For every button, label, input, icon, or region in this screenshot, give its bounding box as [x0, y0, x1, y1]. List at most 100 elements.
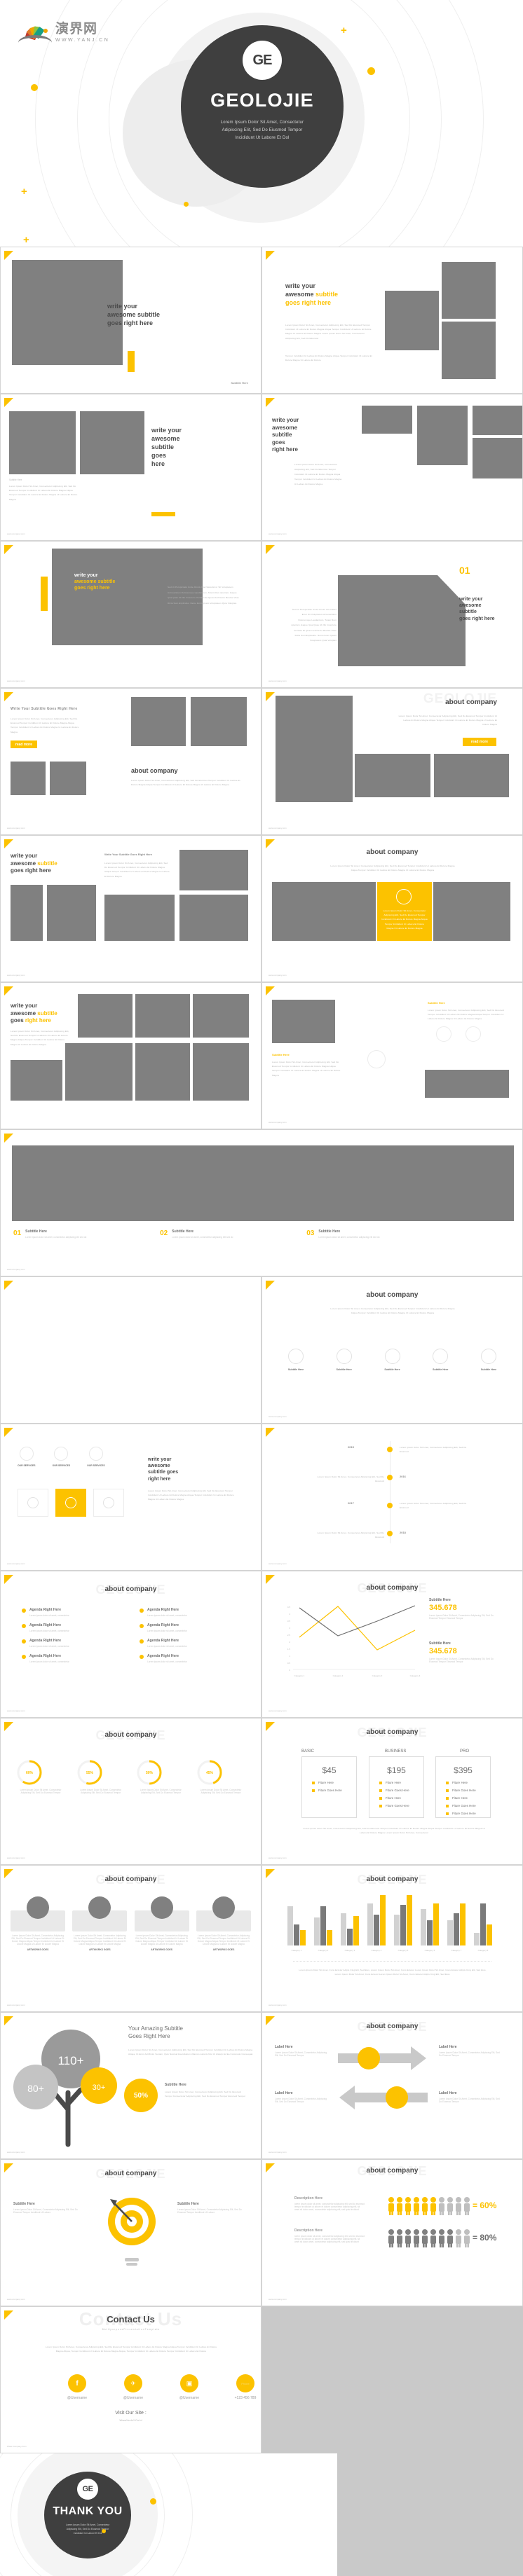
- persona-card[interactable]: Lorem Ipsum Dolor Sit Amet, Consectetur …: [134, 1896, 189, 1951]
- step-item[interactable]: 02 Subtitle Here Lorem ipsum dolor sit a…: [160, 1230, 256, 1239]
- pricing-card[interactable]: $195 Fiture Here Fiture Goes Here Fiture…: [369, 1756, 424, 1818]
- slide-thumbnail-arrows[interactable]: GEOLOJIE about company Label Here Lorem …: [262, 2012, 523, 2159]
- arrow-item-label: Label Here Lorem Ipsum Dolor Sit Amet, C…: [439, 2091, 501, 2103]
- list-item[interactable]: Agenda Right Here Lorem ipsum dolor sit a…: [140, 1639, 245, 1648]
- bullet-icon: [140, 1609, 144, 1613]
- timeline-node[interactable]: [387, 1447, 393, 1452]
- slide-thumbnail[interactable]: about company Lorem Ipsum Dolor Sit Amet…: [262, 1276, 523, 1424]
- slide-thumbnail[interactable]: write your awesome subtitle goes right h…: [0, 835, 262, 982]
- slide-body-text: Lorem Ipsum Dolor Sit Amet, Consectetur …: [272, 1061, 341, 1077]
- agenda-title: Agenda Right Here: [29, 1639, 62, 1643]
- service-item[interactable]: OUR SERVICES: [53, 1447, 70, 1467]
- slide-thumbnail-bar-chart[interactable]: GEOLOJIE about company Category 1 Categor…: [262, 1865, 523, 2012]
- donut-item[interactable]: 50% Lorem Ipsum Dolor Sit Amet, Consecte…: [136, 1759, 185, 1794]
- slide-thumbnail-pricing[interactable]: GEOLOJIE about company BASIC BUSINESS PR…: [262, 1718, 523, 1865]
- slide-thumbnail[interactable]: write your awesome subtitle goes right h…: [0, 541, 262, 688]
- list-item[interactable]: Agenda Right Here Lorem ipsum dolor sit a…: [140, 1608, 245, 1617]
- tile-icon-box-active[interactable]: [55, 1489, 86, 1517]
- decor-dot: [367, 67, 375, 75]
- slide-thumbnail-line-chart[interactable]: GEOLOJIE about company 4.5 4 3.5 3 2.5 2 1.5…: [262, 1571, 523, 1718]
- tile-icon-box[interactable]: [93, 1489, 124, 1517]
- service-item[interactable]: OUR SERVICES: [18, 1447, 36, 1467]
- social-item[interactable]: ▣ @Username: [172, 2374, 207, 2400]
- persona-card[interactable]: Lorem Ipsum Dolor Sit Amet, Consectetur …: [196, 1896, 251, 1951]
- svg-text:60%: 60%: [26, 1771, 34, 1775]
- corner-flag-icon: [4, 1281, 13, 1290]
- persona-card[interactable]: Lorem Ipsum Dolor Sit Amet, Consectetur …: [72, 1896, 128, 1951]
- icon-item[interactable]: Subtitle Here: [469, 1349, 508, 1371]
- slide-thumbnail[interactable]: write your awesome subtitle goes right h…: [262, 247, 523, 394]
- slide-thumbnail[interactable]: [0, 1276, 262, 1424]
- slide-thumbnail[interactable]: 01 Sed Ut Perspiciatis Unde Omnis Iste N…: [262, 541, 523, 688]
- icon-item[interactable]: Subtitle Here: [276, 1349, 315, 1371]
- slide-thumbnail[interactable]: about company Lorem Ipsum Dolor Sit Amet…: [262, 835, 523, 982]
- slide-thumbnail[interactable]: write your awesome subtitle goes right h…: [262, 394, 523, 541]
- slide-thumbnail[interactable]: GEOLOJIE about company Agenda Right Here…: [0, 1571, 262, 1718]
- agenda-title: Agenda Right Here: [29, 1623, 62, 1627]
- list-item[interactable]: Agenda Right Here Lorem ipsum dolor sit a…: [140, 1623, 245, 1632]
- timeline-node[interactable]: [387, 1475, 393, 1480]
- slide-footer: www.company.com: [269, 2004, 287, 2006]
- slide-thumbnail[interactable]: OUR SERVICES OUR SERVICES OUR SERVICES w…: [0, 1424, 262, 1571]
- image-placeholder: [11, 885, 43, 941]
- arrow-label: Label Here: [439, 2091, 457, 2095]
- accent-bar: [128, 351, 135, 372]
- angled-image-shape: [338, 575, 466, 666]
- slide-title: write your awesome subtitle goes here: [151, 427, 182, 467]
- slide-thumbnail-persona[interactable]: GEOLOJIE about company Lorem Ipsum Dolor…: [0, 1865, 262, 2012]
- arrow-label: Label Here: [439, 2045, 457, 2049]
- donut-item[interactable]: 60% Lorem Ipsum Dolor Sit Amet, Consecte…: [16, 1759, 65, 1794]
- slide-thumbnail[interactable]: 2015 Lorem Ipsum Dolor Sit Amet, Consect…: [262, 1424, 523, 1571]
- slide-title: about company: [104, 1585, 157, 1593]
- donut-item[interactable]: 55% Lorem Ipsum Dolor Sit Amet, Consecte…: [76, 1759, 125, 1794]
- slide-title: about company: [445, 698, 497, 706]
- slide-thumbnail-target[interactable]: GEOLOJIE about company Subtitle Here Lor…: [0, 2159, 262, 2306]
- tile-icon-box[interactable]: [18, 1489, 48, 1517]
- timeline-desc: Lorem Ipsum Dolor Sit Amet, Consectetur …: [317, 1475, 384, 1483]
- plan-feature: Fiture Here: [379, 1781, 423, 1784]
- bulb-icon: [54, 1447, 69, 1461]
- list-item[interactable]: Agenda Right Here Lorem ipsum dolor sit a…: [140, 1654, 245, 1663]
- pricing-card[interactable]: $45 Fiture Here Fiture Goes Here: [301, 1756, 357, 1818]
- timeline-year: 2017: [348, 1501, 354, 1505]
- bullet-icon: [22, 1624, 26, 1628]
- slide-thumbnail-pie-chart[interactable]: GEOLOJIE about company 60% Lorem Ipsum D…: [0, 1718, 262, 1865]
- slide-thumbnail[interactable]: GEOLOJIE about company Lorem Ipsum Dolor…: [262, 688, 523, 835]
- slide-thumbnail-people-stats[interactable]: GEOLOJIE about company Description Here …: [262, 2159, 523, 2306]
- slide-thumbnail[interactable]: write your awesome subtitle goes right h…: [0, 982, 262, 1129]
- slide-thumbnail[interactable]: write your awesome subtitle goes here Lo…: [0, 394, 262, 541]
- slide-thumbnail[interactable]: Write Your Subtitle Goes Right Here Lore…: [0, 688, 262, 835]
- icon-item[interactable]: Subtitle Here: [421, 1349, 460, 1371]
- icon-item[interactable]: Subtitle Here: [373, 1349, 412, 1371]
- svg-text:Category 3: Category 3: [345, 1949, 355, 1952]
- persona-desc: Lorem Ipsum Dolor Sit Amet, Consectetur …: [73, 1934, 126, 1945]
- social-item[interactable]: Phone +123 456 789: [228, 2374, 261, 2400]
- timeline-node[interactable]: [387, 1503, 393, 1508]
- visit-site-url[interactable]: WwwXxxIxY.Co.Id: [1, 2418, 261, 2422]
- list-item[interactable]: Agenda Right Here Lorem ipsum dolor sit a…: [22, 1623, 127, 1632]
- list-item[interactable]: Agenda Right Here Lorem ipsum dolor sit a…: [22, 1654, 127, 1663]
- donut-item[interactable]: 45% Lorem Ipsum Dolor Sit Amet, Consecte…: [196, 1759, 245, 1794]
- list-item[interactable]: Agenda Right Here Lorem ipsum dolor sit a…: [22, 1639, 127, 1648]
- slide-thumbnail-contact[interactable]: Contact Us Contact Us M u l t i p u r p …: [0, 2306, 262, 2453]
- social-item[interactable]: ✈ @Username: [116, 2374, 151, 2400]
- read-more-button[interactable]: read more: [11, 741, 37, 748]
- slide-thumbnail-tree[interactable]: 110+ 80+ 30+ Your Amazing Subtitle Goes …: [0, 2012, 262, 2159]
- read-more-button[interactable]: read more: [463, 738, 496, 746]
- slide-thumbnail[interactable]: Subtitle Here Lorem Ipsum Dolor Sit Amet…: [262, 982, 523, 1129]
- list-item[interactable]: Agenda Right Here Lorem ipsum dolor sit a…: [22, 1608, 127, 1617]
- pricing-card[interactable]: $395 Fiture Here Fiture Goes Here Fiture…: [435, 1756, 491, 1818]
- social-item[interactable]: f @Username: [60, 2374, 95, 2400]
- slide-thumbnail[interactable]: write your awesome subtitle goes right h…: [0, 247, 262, 394]
- icon-item[interactable]: Subtitle Here: [325, 1349, 364, 1371]
- service-item[interactable]: OUR SERVICES: [87, 1447, 105, 1467]
- image-placeholder: [191, 697, 247, 746]
- persona-card[interactable]: Lorem Ipsum Dolor Sit Amet, Consectetur …: [11, 1896, 65, 1951]
- svg-text:45%: 45%: [206, 1771, 214, 1775]
- step-item[interactable]: 01 Subtitle Here Lorem ipsum dolor sit a…: [13, 1230, 109, 1239]
- site-logo[interactable]: 演界网 WWW.YANJ.CN: [18, 18, 109, 43]
- timeline-node[interactable]: [387, 1531, 393, 1536]
- callout-label: Subtitle Here: [429, 1598, 451, 1602]
- slide-thumbnail-wide[interactable]: 01 Subtitle Here Lorem ipsum dolor sit a…: [0, 1129, 523, 1276]
- step-item[interactable]: 03 Subtitle Here Lorem ipsum dolor sit a…: [306, 1230, 402, 1239]
